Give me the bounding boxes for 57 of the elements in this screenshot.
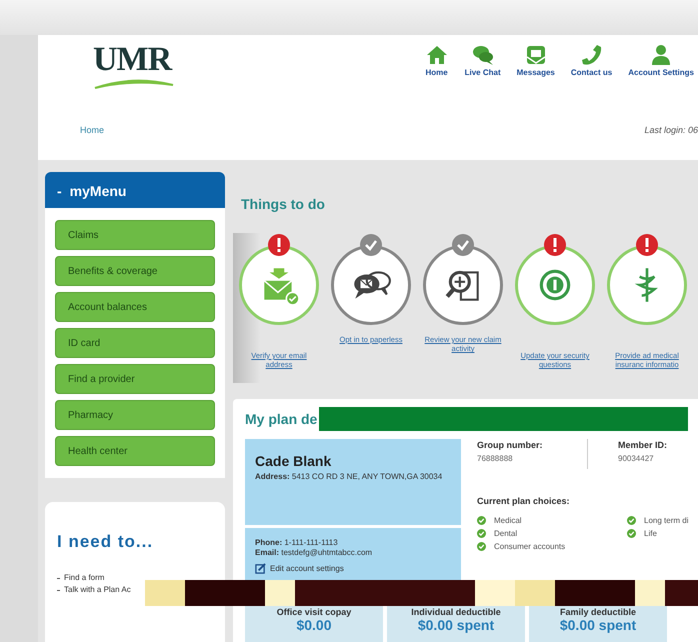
logo-swoosh-icon [93, 77, 175, 89]
home-icon[interactable] [424, 43, 449, 67]
check-icon [477, 529, 486, 538]
field-label: Member ID: [618, 439, 668, 452]
section-title: Things to do [241, 195, 326, 214]
plan-choice: Consumer accounts [494, 540, 566, 552]
alert-icon [544, 234, 566, 256]
last-login-text: Last login: 06 [644, 124, 698, 137]
nav-link[interactable]: Account Settings [628, 67, 694, 79]
nav-link[interactable]: Messages [516, 67, 555, 79]
menu-item[interactable]: Claims [55, 220, 215, 250]
alert-icon [636, 234, 658, 256]
check-icon [360, 234, 382, 256]
plan-choice: Medical [494, 514, 522, 526]
check-icon [477, 542, 486, 551]
tile-label: Family deductible [558, 608, 638, 618]
menu-item[interactable]: Account balances [55, 292, 215, 322]
check-icon [452, 234, 474, 256]
section-title: My plan de [245, 410, 318, 429]
nav-link[interactable]: Home [425, 67, 448, 79]
plan-choice: Dental [494, 528, 518, 540]
tile-value: $0.00 [295, 618, 332, 634]
address-text: Address: 5413 CO RD 3 NE, ANY TOWN,GA 30034 [255, 472, 444, 482]
nav-link[interactable]: Contact us [570, 67, 612, 79]
check-icon [627, 516, 636, 525]
plan-choice: Life [644, 528, 657, 540]
check-icon [477, 516, 486, 525]
menu-item[interactable]: Pharmacy [55, 400, 215, 430]
tile-label: Office visit copay [276, 608, 352, 618]
link[interactable]: Find a form [64, 572, 104, 584]
phone-text: Phone: 1-111-111-1113 [255, 538, 339, 548]
alert-icon [268, 234, 290, 256]
edit-settings-link[interactable]: Edit account settings [270, 562, 344, 575]
tile-label: Individual deductible [410, 608, 502, 618]
tile-value: $0.00 spent [558, 618, 638, 634]
member-name: Cade Blank [255, 452, 332, 471]
field-value: 90034427 [618, 452, 655, 464]
tile-value: $0.00 spent [416, 618, 496, 634]
phone-icon[interactable] [580, 43, 604, 67]
menu-item[interactable]: Find a provider [55, 364, 215, 394]
field-label: Current plan choices: [477, 495, 571, 508]
menu-item[interactable]: ID card [55, 328, 215, 358]
nav-link[interactable]: Live Chat [464, 67, 501, 79]
breadcrumb-link[interactable]: Home [80, 124, 104, 160]
my-menu-header[interactable]: - myMenu [45, 172, 225, 208]
chat-bubbles-icon[interactable] [470, 43, 495, 67]
field-value: 76888888 [477, 452, 514, 464]
menu-item[interactable]: Benefits & coverage [55, 256, 215, 286]
check-icon [627, 529, 636, 538]
logo-text[interactable]: UMR [93, 43, 188, 77]
edit-icon[interactable] [255, 563, 266, 574]
menu-item[interactable]: Health center [55, 436, 215, 466]
field-label: Group number: [477, 439, 544, 452]
card-title: I need to... [57, 532, 154, 552]
plan-choice: Long term di [644, 514, 688, 526]
email-text: Email: testdefg@uhtmtabcc.com [255, 548, 374, 559]
link[interactable]: Talk with a Plan Ac [64, 584, 131, 596]
